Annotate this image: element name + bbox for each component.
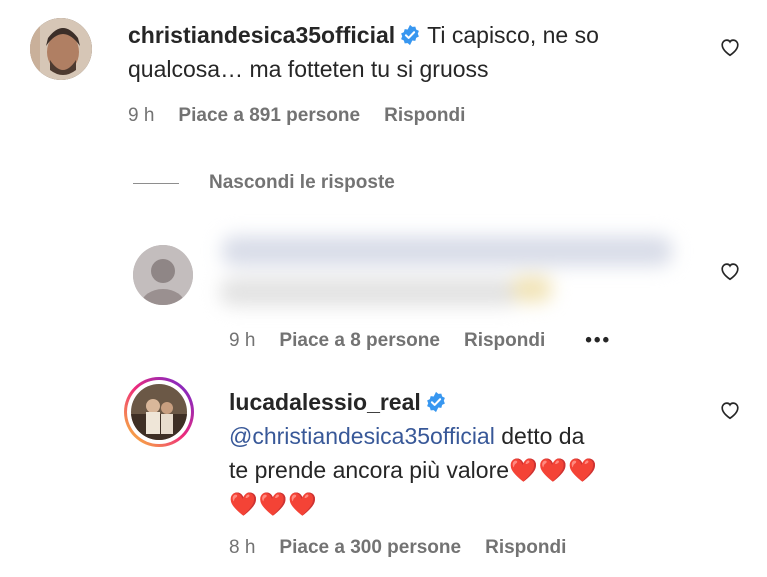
comment-meta: 8 h Piace a 300 persone Rispondi: [229, 537, 566, 559]
verified-badge-icon: [425, 388, 447, 413]
comment-text-line2: qualcosa… ma fotteten tu si gruoss: [128, 56, 489, 82]
comment-text-line1: Ti capisco, ne so: [427, 22, 599, 48]
comment-meta: 9 h Piace a 8 persone Rispondi •••: [229, 330, 611, 352]
reply-button[interactable]: Rispondi: [485, 537, 566, 559]
avatar-lucadalessio[interactable]: [124, 377, 194, 447]
mention-link[interactable]: @christiandesica35official: [229, 423, 495, 449]
heart-emojis: ❤️❤️❤️: [509, 457, 598, 483]
comment-meta: 9 h Piace a 891 persone Rispondi: [128, 105, 465, 127]
comment-likes[interactable]: Piace a 891 persone: [178, 105, 360, 127]
reply-button[interactable]: Rispondi: [464, 330, 545, 352]
like-heart-icon[interactable]: [719, 399, 741, 421]
heart-emojis-line3: ❤️❤️❤️: [229, 491, 318, 517]
hide-replies-toggle[interactable]: Nascondi le risposte: [209, 172, 395, 194]
avatar-blurred[interactable]: [133, 245, 193, 305]
hide-replies-label[interactable]: Nascondi le risposte: [209, 172, 395, 194]
like-heart-icon[interactable]: [719, 260, 741, 282]
comment-time: 9 h: [128, 105, 155, 126]
avatar-image: [131, 384, 187, 440]
hide-replies-divider: [133, 183, 179, 184]
like-heart-icon[interactable]: [719, 36, 741, 58]
comment-text-line2: te prende ancora più valore: [229, 457, 510, 483]
blurred-comment-content: [212, 226, 692, 316]
verified-badge-icon: [399, 21, 421, 46]
more-options-icon[interactable]: •••: [585, 330, 611, 352]
avatar-image: [30, 18, 92, 80]
comment-text-line1: detto da: [494, 423, 585, 449]
comment-time: 9 h: [229, 330, 256, 351]
avatar-image: [133, 245, 193, 305]
comment-time: 8 h: [229, 537, 256, 558]
reply-button[interactable]: Rispondi: [384, 105, 465, 127]
avatar-christiandesica[interactable]: [30, 18, 92, 80]
comment-username[interactable]: christiandesica35official: [128, 22, 395, 48]
comment-likes[interactable]: Piace a 8 persone: [279, 330, 440, 352]
comment-username[interactable]: lucadalessio_real: [229, 389, 421, 415]
comment-likes[interactable]: Piace a 300 persone: [279, 537, 461, 559]
